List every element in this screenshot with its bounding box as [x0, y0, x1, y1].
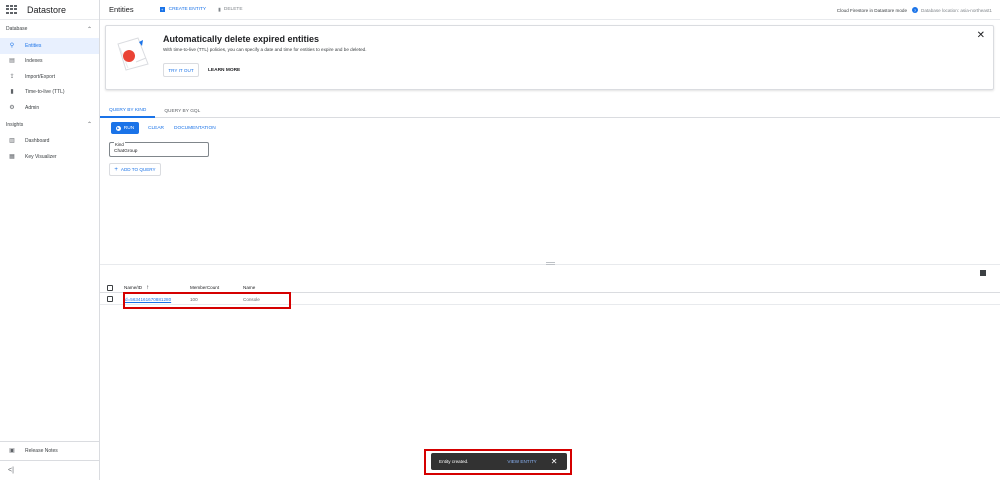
add-to-query-label: ADD TO QUERY [120, 167, 156, 172]
section-database[interactable]: Database ⌃ [0, 20, 99, 38]
query-tabs: QUERY BY KIND QUERY BY GQL [100, 104, 1000, 118]
sidebar-item-label: Import/Export [25, 73, 56, 80]
column-header-name-id[interactable]: Name/ID ↑ [124, 283, 149, 292]
page-title: Entities [109, 5, 134, 14]
database-info: Cloud Firestore in Datastore mode ? Data… [837, 0, 992, 20]
location-text: Database location: asia-northeast1 [921, 7, 992, 13]
query-actions: ▶ RUN CLEAR DOCUMENTATION [111, 122, 226, 134]
clear-button[interactable]: CLEAR [148, 126, 164, 131]
sidebar-item-release-notes[interactable]: ▣ Release Notes [0, 442, 99, 460]
gear-icon: ⚙ [9, 104, 15, 111]
kind-label: Kind [114, 142, 125, 147]
column-header-name[interactable]: Name [243, 283, 255, 292]
header-bar: Entities + CREATE ENTITY ▮ DELETE Cloud … [100, 0, 1000, 20]
sidebar-item-label: Entities [25, 42, 42, 49]
create-entity-label: CREATE ENTITY [168, 7, 207, 12]
collapse-sidebar-button[interactable]: <| [0, 460, 99, 480]
sidebar-item-label: Dashboard [25, 138, 50, 145]
chevron-up-icon: ⌃ [86, 122, 92, 128]
sidebar-item-key-visualizer[interactable]: ▦ Key Visualizer [0, 149, 99, 165]
sidebar-item-label: Time-to-live (TTL) [25, 89, 65, 96]
app-title: Datastore [27, 4, 67, 15]
import-export-icon: ⇪ [9, 73, 15, 80]
close-icon[interactable]: ✕ [977, 30, 985, 41]
brand[interactable]: Datastore [0, 0, 99, 20]
row-checkbox[interactable] [107, 296, 113, 302]
play-icon: ▶ [115, 125, 121, 131]
search-icon: ⚲ [9, 42, 15, 49]
banner-text: With time-to-live (TTL) policies, you ca… [163, 47, 367, 52]
sidebar-item-import-export[interactable]: ⇪ Import/Export [0, 69, 99, 85]
sidebar-item-label: Indexes [25, 58, 43, 65]
sidebar-item-label: Release Notes [25, 448, 58, 454]
highlight-box-row [123, 292, 291, 309]
trash-icon: ▮ [218, 6, 221, 13]
info-icon[interactable]: ? [912, 7, 918, 13]
column-header-member-count[interactable]: MemberCount [190, 283, 219, 292]
learn-more-link[interactable]: LEARN MORE [208, 63, 240, 77]
create-entity-button[interactable]: + CREATE ENTITY [159, 7, 207, 12]
try-it-out-button[interactable]: TRY IT OUT [163, 63, 199, 77]
section-insights[interactable]: Insights ⌃ [0, 116, 99, 134]
delete-label: DELETE [223, 7, 243, 12]
kind-select[interactable]: Kind ChatGroup [109, 142, 209, 157]
column-display-icon[interactable] [980, 270, 986, 276]
sidebar-item-admin[interactable]: ⚙ Admin [0, 100, 99, 116]
sidebar-item-indexes[interactable]: ▤ Indexes [0, 54, 99, 70]
tab-query-by-gql[interactable]: QUERY BY GQL [155, 104, 209, 118]
drag-handle-icon[interactable] [546, 262, 555, 265]
section-database-label: Database [6, 26, 28, 32]
sort-ascending-icon: ↑ [146, 284, 150, 291]
add-icon: + [114, 166, 118, 173]
run-label: RUN [123, 125, 135, 131]
trash-icon: ▮ [10, 89, 14, 96]
sidebar-item-ttl[interactable]: ▮ Time-to-live (TTL) [0, 85, 99, 101]
notes-icon: ▣ [9, 448, 15, 454]
add-icon: + [159, 7, 165, 12]
banner-title: Automatically delete expired entities [163, 34, 320, 44]
datastore-logo-icon [6, 4, 19, 15]
sidebar-item-dashboard[interactable]: ▥ Dashboard [0, 134, 99, 150]
delete-button[interactable]: ▮ DELETE [218, 7, 242, 13]
collapse-icon: <| [8, 467, 14, 474]
run-button[interactable]: ▶ RUN [111, 122, 139, 134]
sidebar-item-label: Admin [25, 104, 40, 111]
kind-value: ChatGroup [114, 149, 138, 154]
sidebar: Datastore Database ⌃ ⚲ Entities ▤ Indexe… [0, 0, 100, 480]
ttl-illustration-icon [117, 37, 149, 71]
highlight-box-snackbar [424, 449, 572, 475]
index-icon: ▤ [9, 58, 15, 65]
sidebar-footer: ▣ Release Notes <| [0, 441, 99, 480]
chevron-up-icon: ⌃ [86, 26, 92, 33]
grid-icon: ▦ [9, 153, 15, 160]
bar-chart-icon: ▥ [9, 138, 15, 145]
add-to-query-button[interactable]: + ADD TO QUERY [109, 163, 161, 176]
sidebar-item-entities[interactable]: ⚲ Entities [0, 38, 99, 54]
ttl-banner: Automatically delete expired entities Wi… [105, 25, 994, 90]
section-insights-label: Insights [6, 121, 24, 128]
documentation-link[interactable]: DOCUMENTATION [174, 126, 216, 131]
tab-query-by-kind[interactable]: QUERY BY KIND [100, 104, 156, 118]
select-all-checkbox[interactable] [107, 285, 113, 291]
mode-text: Cloud Firestore in Datastore mode [836, 7, 907, 13]
sidebar-item-label: Key Visualizer [25, 153, 57, 160]
